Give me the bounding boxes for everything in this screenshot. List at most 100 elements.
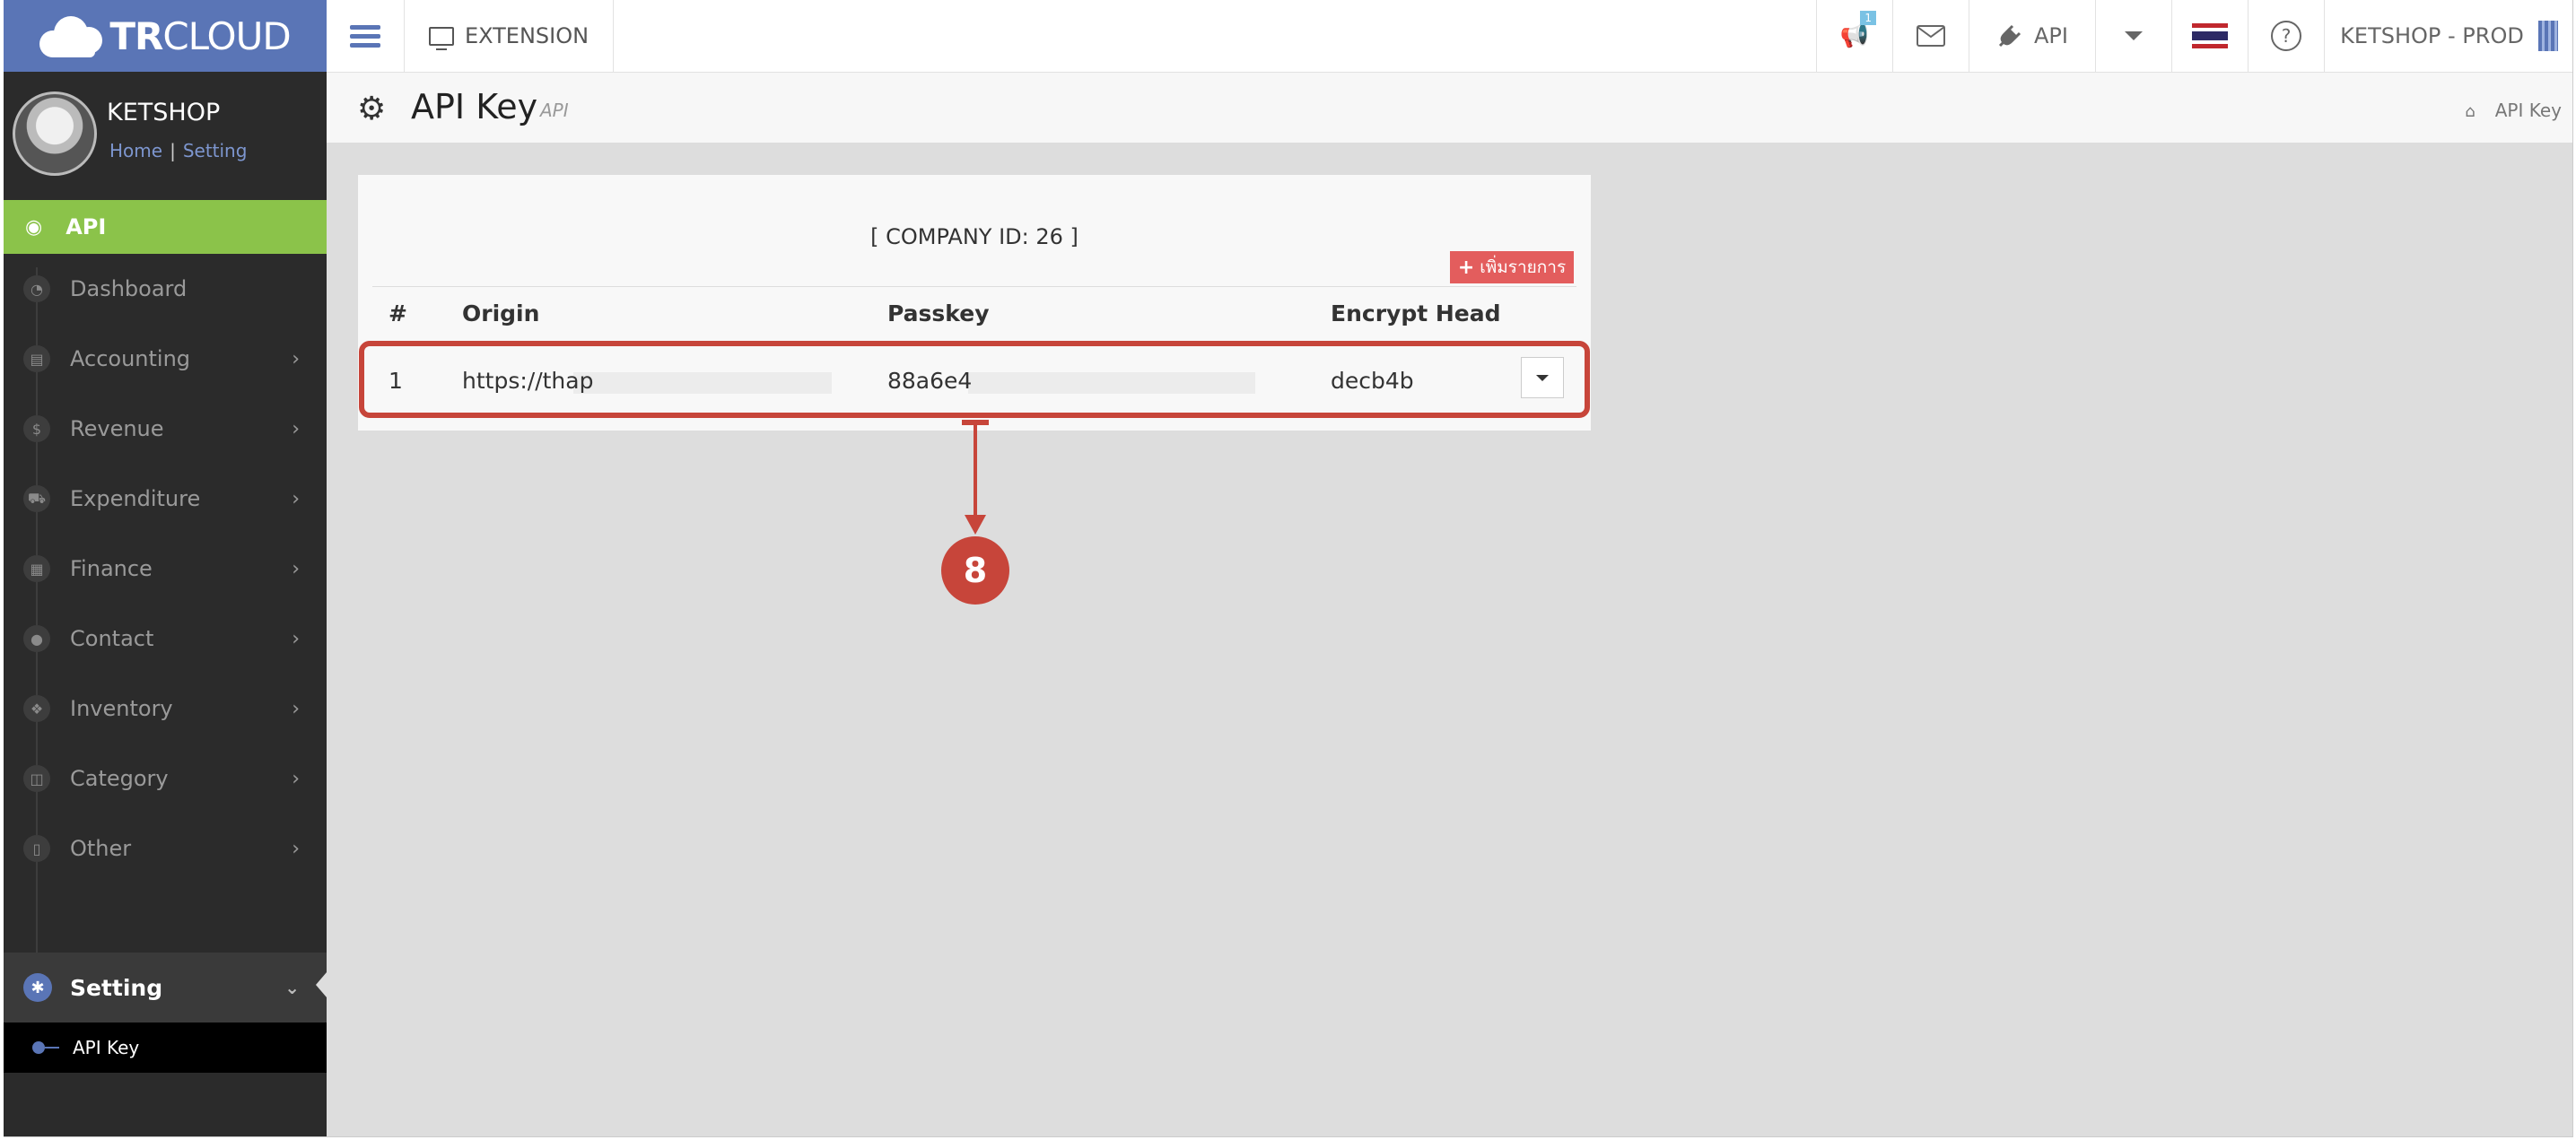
page-title: API Key: [411, 87, 538, 126]
highlight-box: [359, 341, 1590, 418]
profile: KETSHOP Home | Setting: [4, 72, 327, 199]
sidebar-item-label: Expenditure: [70, 486, 201, 511]
sidebar-item-inventory[interactable]: ❖ Inventory ›: [4, 674, 327, 744]
sidebar-item-finance[interactable]: ▦ Finance ›: [4, 534, 327, 604]
chevron-right-icon: ›: [292, 627, 300, 650]
profile-links: Home | Setting: [109, 140, 247, 161]
home-link[interactable]: Home: [109, 140, 162, 161]
chevron-right-icon: ›: [292, 557, 300, 580]
active-indicator: [316, 972, 327, 997]
sidebar-item-category[interactable]: ◫ Category ›: [4, 744, 327, 814]
sidebar-item-accounting[interactable]: ▤ Accounting ›: [4, 324, 327, 394]
sidebar-menu: ◔ Dashboard ▤ Accounting › $ Revenue › ⛟…: [4, 254, 327, 883]
sidebar-item-label: Category: [70, 766, 169, 791]
avatar[interactable]: [13, 91, 97, 176]
notification-button[interactable]: 📢 1: [1816, 0, 1892, 72]
chevron-right-icon: ›: [292, 697, 300, 720]
plus-icon: +: [1457, 256, 1475, 279]
sidebar-item-label: Accounting: [70, 346, 191, 371]
gear-icon: ⚙: [357, 91, 387, 127]
thai-flag-icon: [2192, 23, 2228, 48]
help-icon: ?: [2271, 21, 2301, 51]
tree-connector: [45, 1047, 59, 1049]
api-button[interactable]: API: [1969, 0, 2095, 72]
sidebar-item-setting[interactable]: ✱ Setting ⌄: [4, 953, 327, 1023]
logo[interactable]: TRCLOUD: [4, 0, 327, 72]
sidebar-item-label: Inventory: [70, 696, 173, 721]
column-header-encrypt-head: Encrypt Head: [1331, 300, 1501, 326]
chevron-right-icon: ›: [292, 487, 300, 510]
envelope-icon: [1917, 25, 1945, 47]
cloud-icon: [39, 14, 103, 57]
chevron-right-icon: ›: [292, 837, 300, 860]
column-header-number: #: [389, 300, 407, 326]
top-bar: TRCLOUD EXTENSION 📢 1 API ? KETSHOP - PR…: [4, 0, 2572, 73]
setting-link[interactable]: Setting: [183, 140, 248, 161]
chevron-right-icon: ›: [292, 417, 300, 440]
step-number-badge: 8: [941, 536, 1009, 605]
sidebar-subitem-api-key[interactable]: API Key: [4, 1023, 327, 1073]
divider: [372, 286, 1576, 287]
app-frame: TRCLOUD EXTENSION 📢 1 API ? KETSHOP - PR…: [4, 0, 2573, 1137]
breadcrumb-current: API Key: [2494, 100, 2562, 121]
link-separator: |: [170, 140, 176, 161]
brand-name: TRCLOUD: [109, 13, 291, 58]
megaphone-icon: 📢: [1839, 22, 1870, 49]
sidebar-item-label: API: [65, 214, 107, 239]
api-label: API: [2034, 23, 2068, 48]
file-icon: ▯: [23, 835, 50, 862]
sidebar-item-label: Setting: [70, 974, 163, 1001]
dollar-icon: $: [23, 415, 50, 442]
column-header-passkey: Passkey: [887, 300, 990, 326]
home-icon[interactable]: ⌂: [2465, 102, 2475, 121]
sidebar-item-label: Revenue: [70, 416, 164, 441]
callout-arrow-line: [974, 422, 977, 522]
chevron-down-icon: ⌄: [284, 977, 300, 998]
language-button[interactable]: [2171, 0, 2248, 72]
cart-icon: ⛟: [23, 485, 50, 512]
user-icon: ●: [23, 625, 50, 652]
menu-toggle-button[interactable]: [327, 0, 405, 72]
book-icon: ▤: [23, 345, 50, 372]
extension-button[interactable]: EXTENSION: [405, 0, 614, 72]
cubes-icon: ❖: [23, 695, 50, 722]
dropdown-button[interactable]: [2095, 0, 2171, 72]
help-button[interactable]: ?: [2248, 0, 2324, 72]
sidebar-item-other[interactable]: ▯ Other ›: [4, 814, 327, 883]
sidebar-item-contact[interactable]: ● Contact ›: [4, 604, 327, 674]
company-switcher[interactable]: KETSHOP - PROD: [2324, 0, 2572, 72]
rss-icon: ◉: [25, 215, 43, 239]
monitor-icon: [428, 26, 454, 50]
callout-arrow-head: [965, 515, 986, 535]
sidebar-item-label: Finance: [70, 556, 153, 581]
sidebar: KETSHOP Home | Setting ◉ API ◔ Dashboard ▤…: [4, 72, 327, 1136]
caret-down-icon: [2125, 31, 2143, 40]
sidebar-item-expenditure[interactable]: ⛟ Expenditure ›: [4, 464, 327, 534]
sidebar-item-revenue[interactable]: $ Revenue ›: [4, 394, 327, 464]
chevron-right-icon: ›: [292, 767, 300, 790]
sidebar-item-label: Other: [70, 836, 132, 861]
sidebar-item-label: Contact: [70, 626, 154, 651]
page-header: ⚙ API Key API ⌂ API Key: [327, 73, 2572, 143]
profile-name: KETSHOP: [107, 99, 221, 126]
dashboard-icon: ◔: [23, 275, 50, 302]
building-icon: [2537, 21, 2558, 51]
sidebar-item-api[interactable]: ◉ API: [4, 200, 327, 254]
sidebar-subitem-label: API Key: [73, 1037, 140, 1058]
calendar-icon: ▦: [23, 555, 50, 582]
mail-button[interactable]: [1892, 0, 1969, 72]
plug-icon: [1998, 24, 2022, 48]
column-header-origin: Origin: [462, 300, 540, 326]
hamburger-icon: [350, 21, 380, 52]
notification-badge: 1: [1860, 11, 1876, 25]
sidebar-item-dashboard[interactable]: ◔ Dashboard: [4, 254, 327, 324]
company-id: [ COMPANY ID: 26 ]: [870, 224, 1078, 249]
columns-icon: ◫: [23, 765, 50, 792]
chevron-right-icon: ›: [292, 347, 300, 370]
extension-label: EXTENSION: [464, 23, 589, 48]
bullet-icon: [32, 1041, 45, 1054]
page-subtitle: API: [540, 100, 569, 121]
sidebar-item-label: Dashboard: [70, 276, 188, 301]
add-item-button[interactable]: + เพิ่มรายการ: [1450, 251, 1574, 283]
company-label: KETSHOP - PROD: [2340, 23, 2524, 48]
